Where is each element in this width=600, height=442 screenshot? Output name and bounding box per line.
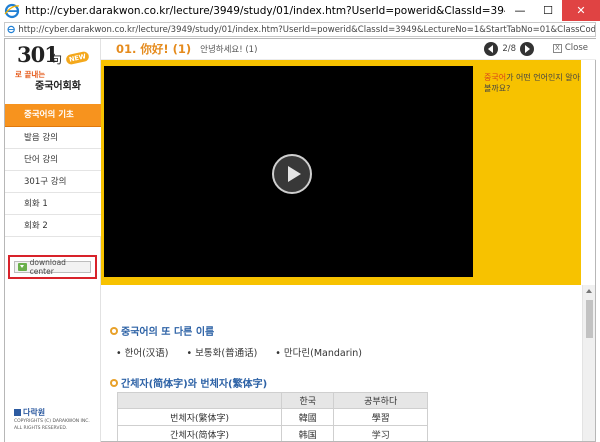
list-item: • 만다린(Mandarin) (275, 348, 363, 359)
new-badge: NEW (65, 50, 90, 66)
download-highlight-box: download center (8, 255, 97, 279)
scroll-up-icon[interactable] (586, 289, 592, 293)
copyright-block: 다락원 COPYRIGHTS (C) DARAKWON INC. ALL RIG… (14, 407, 100, 432)
arrow-left-icon (488, 45, 494, 53)
character-comparison-table: 한국 공부하다 번체자(繁体字) 韓國 學習 간체자(简体字) 韩国 学习 (116, 392, 428, 441)
close-label: Close (564, 43, 588, 53)
logo-product: 중국어회화 (35, 81, 81, 92)
internet-explorer-icon (7, 25, 15, 34)
internet-explorer-icon (4, 3, 20, 19)
table-cell: 간체자(简体字) (116, 425, 283, 441)
page-indicator: 2/8 (502, 44, 516, 54)
lesson-close-button[interactable]: X Close (552, 43, 588, 53)
table-header-cell: 한국 (281, 392, 335, 409)
section-bullet-icon (110, 378, 118, 387)
section-characters-title: 간체자(简体字)와 번체자(繁体字) (110, 375, 267, 390)
content-scrollbar[interactable] (582, 285, 595, 441)
table-header-cell: 공부하다 (333, 392, 428, 409)
sidebar-item-conversation-1[interactable]: 회화 1 (5, 193, 101, 215)
maximize-button[interactable]: ☐ (534, 0, 562, 21)
video-player[interactable] (104, 66, 473, 277)
pager: 2/8 (484, 42, 534, 56)
lesson-content: 중국어의 또 다른 이름 • 한어(汉语) • 보통화(普通话) • 만다린(M… (101, 285, 581, 441)
window-titlebar: http://cyber.darakwon.co.kr/lecture/3949… (0, 0, 600, 22)
list-item: • 보통화(普通话) (186, 348, 258, 359)
section-other-names-label: 중국어의 또 다른 이름 (121, 327, 215, 338)
download-icon (18, 263, 27, 271)
chinese-names-list: • 한어(汉语) • 보통화(普通话) • 만다린(Mandarin) (116, 345, 380, 359)
lesson-subtitle: 안녕하세요! (1) (200, 45, 258, 55)
window-title: http://cyber.darakwon.co.kr/lecture/3949… (25, 5, 505, 17)
address-url[interactable]: http://cyber.darakwon.co.kr/lecture/3949… (18, 25, 595, 35)
play-icon (287, 166, 301, 182)
side-question-highlight: 중국어 (484, 73, 507, 82)
sidebar-item-pronunciation[interactable]: 발음 강의 (5, 127, 101, 149)
arrow-right-icon (525, 45, 530, 53)
video-band: 중국어가 어떤 언어인지 알아볼까요? (101, 60, 581, 285)
download-center-label: download center (29, 258, 66, 276)
window-controls: — ☐ ✕ (506, 0, 600, 21)
table-cell: 韩国 (281, 425, 335, 441)
address-bar[interactable]: http://cyber.darakwon.co.kr/lecture/3949… (4, 22, 596, 37)
logo-han: 句 (51, 53, 62, 66)
lesson-header: 01. 你好! (1) 안녕하세요! (1) 2/8 X Close (101, 39, 596, 60)
sidebar-item-basics[interactable]: 중국어의 기초 (5, 104, 101, 127)
table-row: 간체자(简体字) 韩国 学习 (116, 425, 428, 441)
table-cell: 学习 (333, 425, 428, 441)
prev-page-button[interactable] (484, 42, 499, 56)
sidebar-item-conversation-2[interactable]: 회화 2 (5, 215, 101, 237)
table-row: 번체자(繁体字) 韓國 學習 (116, 408, 428, 426)
copyright-line-1: COPYRIGHTS (C) DARAKWON INC. (14, 419, 90, 424)
minimize-button[interactable]: — (506, 0, 534, 21)
course-logo: 301 句 NEW 로 끝내는 중국어회화 (5, 39, 101, 99)
sidebar-menu: 중국어의 기초 발음 강의 단어 강의 301구 강의 회화 1 회화 2 (5, 104, 101, 237)
publisher-logo-icon (14, 409, 21, 416)
scrollbar-thumb[interactable] (586, 300, 593, 338)
section-other-names-title: 중국어의 또 다른 이름 (110, 323, 214, 338)
sidebar-item-vocabulary[interactable]: 단어 강의 (5, 149, 101, 171)
next-page-button[interactable] (520, 42, 534, 56)
video-side-question: 중국어가 어떤 언어인지 알아볼까요? (484, 72, 580, 94)
copyright-line-2: ALL RIGHTS RESERVED. (14, 426, 68, 431)
table-header-row: 한국 공부하다 (116, 392, 428, 409)
sidebar-item-301-phrases[interactable]: 301구 강의 (5, 171, 101, 193)
table-cell: 번체자(繁体字) (116, 408, 283, 426)
play-button[interactable] (272, 154, 312, 194)
section-characters-label: 간체자(简体字)와 번체자(繁体字) (121, 379, 268, 390)
table-cell: 韓國 (281, 408, 335, 426)
publisher-name: 다락원 (23, 408, 46, 417)
close-icon: X (552, 43, 562, 53)
window-close-button[interactable]: ✕ (562, 0, 600, 21)
list-item: • 한어(汉语) (116, 348, 169, 359)
table-header-cell (116, 392, 283, 409)
publisher-brand: 다락원 (14, 407, 100, 418)
sidebar: 301 句 NEW 로 끝내는 중국어회화 중국어의 기초 발음 강의 단어 강… (5, 39, 101, 442)
section-bullet-icon (110, 326, 118, 335)
lesson-title: 01. 你好! (1) (116, 42, 192, 56)
table-cell: 學習 (333, 408, 428, 426)
download-center-button[interactable]: download center (14, 258, 91, 276)
